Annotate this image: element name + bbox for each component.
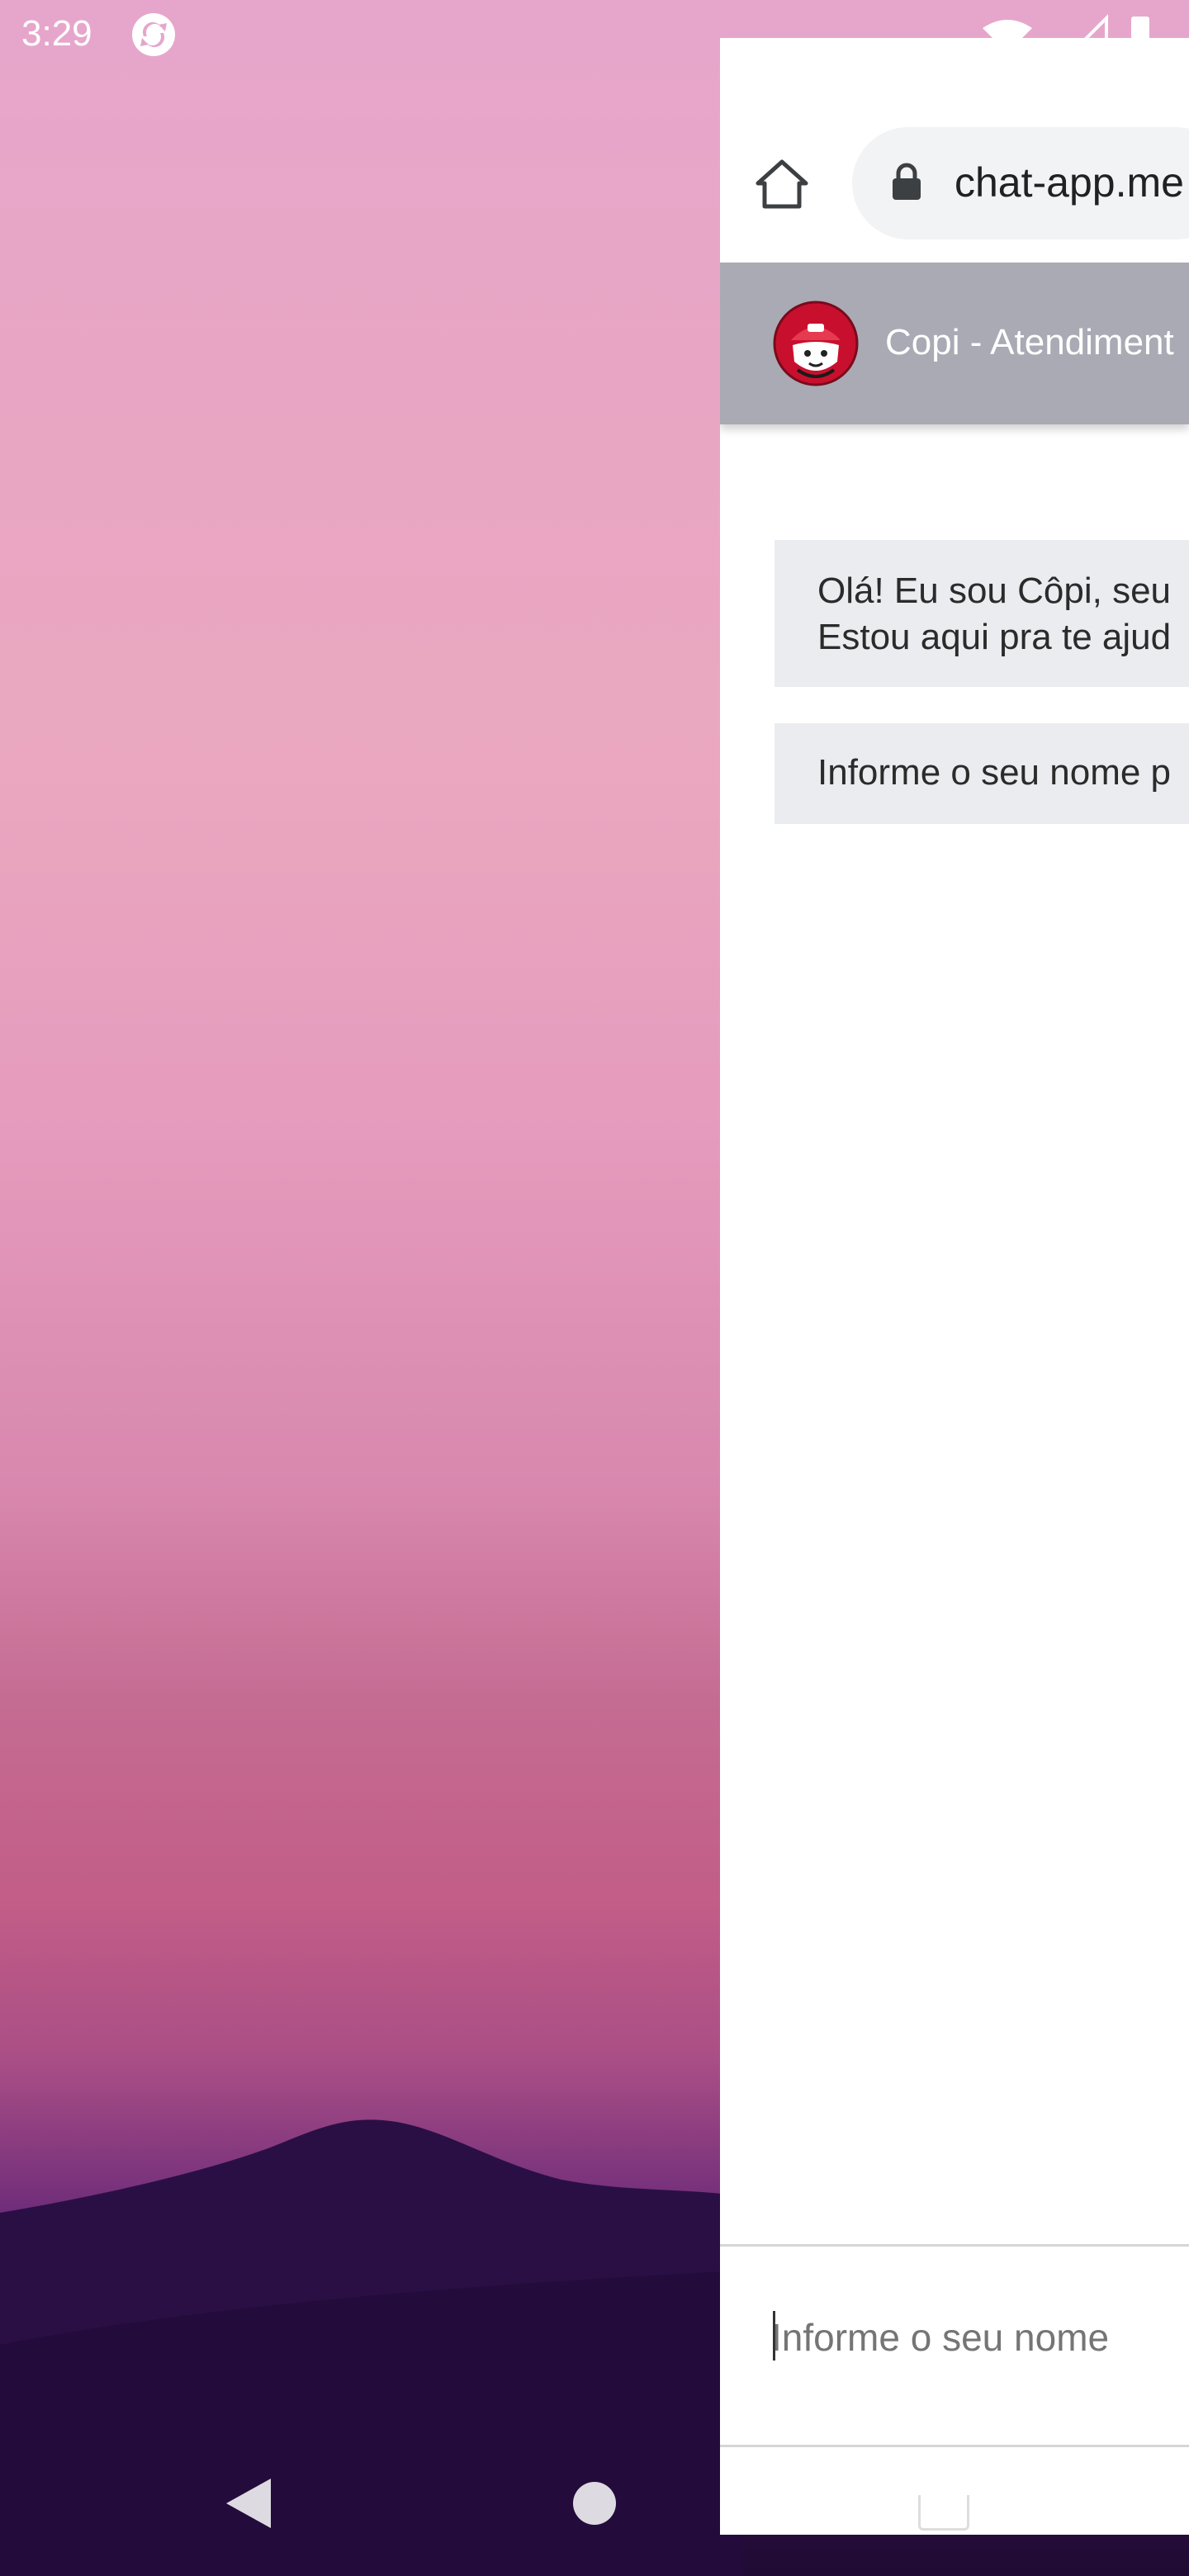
navigation-bar xyxy=(0,2427,727,2576)
browser-toolbar: chat-app.me xyxy=(720,38,1189,261)
home-circle-icon[interactable] xyxy=(573,2482,616,2525)
name-input[interactable] xyxy=(771,2288,1184,2387)
tab-switcher-icon[interactable] xyxy=(918,2495,969,2531)
message-composer xyxy=(720,2244,1189,2447)
text-cursor xyxy=(773,2311,775,2361)
message-line: Olá! Eu sou Côpi, seu xyxy=(817,571,1172,611)
bot-message: Olá! Eu sou Côpi, seu Estou aqui pra te … xyxy=(775,540,1189,687)
chat-title: Copi - Atendiment xyxy=(885,322,1174,362)
message-list: Olá! Eu sou Côpi, seu Estou aqui pra te … xyxy=(720,424,1189,2241)
status-time: 3:29 xyxy=(21,13,92,54)
home-icon[interactable] xyxy=(755,157,809,211)
url-text: chat-app.me xyxy=(955,159,1184,206)
browser-window: chat-app.me Copi - Atendiment Olá! Eu so… xyxy=(720,38,1189,2535)
message-line: Informe o seu nome p xyxy=(817,752,1172,793)
message-line: Estou aqui pra te ajud xyxy=(817,617,1172,657)
back-icon[interactable] xyxy=(223,2475,274,2531)
lock-icon xyxy=(893,163,921,200)
url-bar[interactable]: chat-app.me xyxy=(852,127,1189,239)
copi-avatar-icon xyxy=(773,301,859,386)
browser-bottom-bar xyxy=(720,2447,1189,2535)
chat-header: Copi - Atendiment xyxy=(720,263,1189,424)
sync-app-icon xyxy=(132,13,175,56)
bot-message: Informe o seu nome p xyxy=(775,723,1189,824)
